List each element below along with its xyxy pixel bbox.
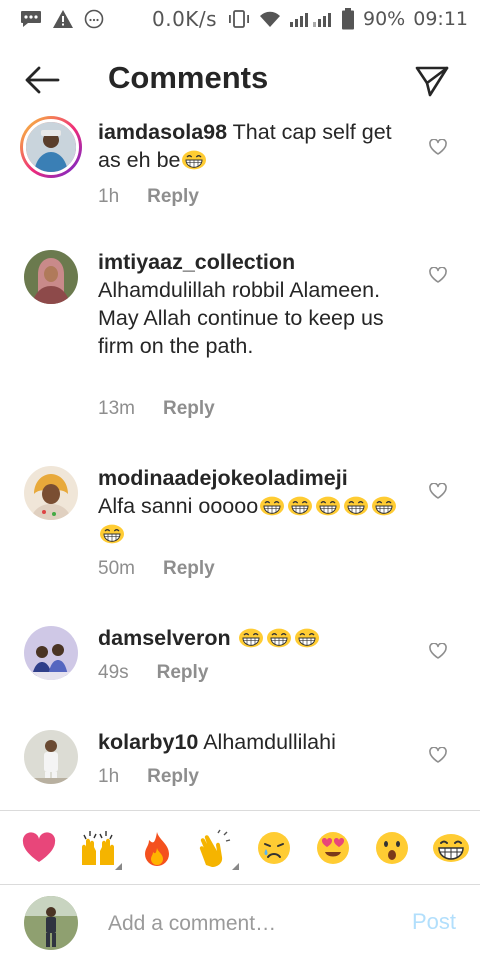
comment-text: Alhamdulillah robbil Alameen. May Allah …	[98, 278, 384, 358]
page-title: Comments	[108, 60, 269, 95]
comment-username[interactable]: modinaadejokeoladimeji	[98, 466, 348, 490]
heart-outline-icon	[429, 139, 447, 155]
reply-button[interactable]: Reply	[147, 766, 199, 788]
avatar[interactable]	[24, 626, 78, 680]
comment-body: damselveron	[98, 624, 410, 652]
comment-emojis	[237, 626, 321, 650]
crying-face-emoji[interactable]	[245, 820, 304, 876]
header: Comments	[0, 50, 480, 110]
heart-outline-icon	[429, 483, 447, 499]
like-button[interactable]	[426, 744, 450, 766]
reply-button[interactable]: Reply	[163, 558, 215, 580]
battery-level: 90%	[363, 8, 406, 30]
grin-emoji	[237, 626, 265, 650]
comment-time: 1h	[98, 186, 120, 207]
clapping-hands-emoji[interactable]	[186, 820, 245, 876]
comment-body: modinaadejokeoladimeji Alfa sanni ooooo	[98, 464, 410, 548]
reply-button[interactable]: Reply	[163, 398, 215, 420]
heart-emoji[interactable]	[10, 820, 69, 876]
fire-emoji[interactable]	[128, 820, 187, 876]
grin-emoji	[286, 494, 314, 518]
message-bubble-icon	[20, 10, 42, 28]
avatar[interactable]	[24, 730, 78, 784]
comment-meta: 1h Reply	[98, 186, 199, 208]
like-button[interactable]	[426, 640, 450, 662]
heart-outline-icon	[429, 747, 447, 763]
raising-hands-emoji[interactable]	[69, 820, 128, 876]
avatar	[23, 119, 79, 175]
back-button[interactable]	[22, 62, 62, 98]
grin-emoji	[370, 494, 398, 518]
battery-icon	[341, 8, 355, 30]
grin-emoji	[293, 626, 321, 650]
comment-item: iamdasola98 That cap self get as eh be 1…	[0, 114, 480, 224]
clock: 09:11	[413, 8, 468, 30]
comment-username[interactable]: kolarby10	[98, 730, 198, 754]
heart-eyes-emoji[interactable]	[304, 820, 363, 876]
comment-text: Alfa sanni ooooo	[98, 494, 259, 518]
vibrate-icon	[227, 9, 251, 29]
comment-emojis	[180, 148, 208, 172]
like-button[interactable]	[426, 136, 450, 158]
comment-time: 13m	[98, 398, 135, 419]
comment-input[interactable]	[108, 905, 398, 943]
grin-emoji	[342, 494, 370, 518]
comment-time: 50m	[98, 558, 135, 579]
paper-plane-icon	[415, 66, 449, 97]
dots-circle-icon	[84, 9, 104, 29]
grin-emoji	[265, 626, 293, 650]
my-avatar	[24, 896, 78, 950]
grin-emoji	[314, 494, 342, 518]
comment-item: imtiyaaz_collection Alhamdulillah robbil…	[0, 246, 480, 436]
grin-emoji	[180, 148, 208, 172]
skin-tone-indicator	[114, 862, 122, 870]
like-button[interactable]	[426, 264, 450, 286]
comment-meta: 49s Reply	[98, 662, 208, 684]
comment-username[interactable]: imtiyaaz_collection	[98, 250, 295, 274]
comment-input-bar: Post	[0, 884, 480, 960]
comment-body: iamdasola98 That cap self get as eh be	[98, 118, 410, 174]
avatar-story-ring[interactable]	[20, 116, 82, 178]
comment-meta: 50m Reply	[98, 558, 215, 580]
heart-outline-icon	[429, 267, 447, 283]
like-button[interactable]	[426, 480, 450, 502]
skin-tone-indicator	[232, 862, 239, 870]
comment-item: damselveron 49s Reply	[0, 622, 480, 712]
comment-body: kolarby10 Alhamdullilahi	[98, 728, 410, 756]
back-arrow-icon	[25, 66, 60, 94]
signal-icon	[289, 10, 333, 28]
comment-list: iamdasola98 That cap self get as eh be 1…	[0, 110, 480, 808]
comment-username[interactable]: damselveron	[98, 626, 231, 650]
heart-outline-icon	[429, 643, 447, 659]
grin-emoji	[98, 522, 126, 546]
comment-body: imtiyaaz_collection Alhamdulillah robbil…	[98, 248, 410, 360]
status-bar: 0.0K/s 90% 09:11	[0, 0, 480, 38]
emoji-quick-bar	[0, 810, 480, 884]
reply-button[interactable]: Reply	[147, 186, 199, 208]
grin-emoji[interactable]	[421, 820, 480, 876]
avatar[interactable]	[24, 466, 78, 520]
post-button[interactable]: Post	[412, 909, 456, 935]
warning-icon	[52, 9, 74, 29]
wifi-icon	[259, 10, 281, 28]
comment-item: kolarby10 Alhamdullilahi 1h Reply	[0, 726, 480, 808]
comment-time: 1h	[98, 766, 120, 787]
comment-username[interactable]: iamdasola98	[98, 120, 227, 144]
comment-time: 49s	[98, 662, 129, 683]
grin-emoji	[258, 494, 286, 518]
avatar[interactable]	[24, 250, 78, 304]
comment-meta: 1h Reply	[98, 766, 199, 788]
comment-item: modinaadejokeoladimeji Alfa sanni ooooo …	[0, 462, 480, 592]
network-speed: 0.0K/s	[152, 7, 218, 31]
open-mouth-emoji[interactable]	[363, 820, 422, 876]
comment-meta: 13m Reply	[98, 398, 215, 420]
reply-button[interactable]: Reply	[157, 662, 209, 684]
comment-text: Alhamdullilahi	[203, 730, 336, 754]
share-button[interactable]	[412, 62, 452, 100]
